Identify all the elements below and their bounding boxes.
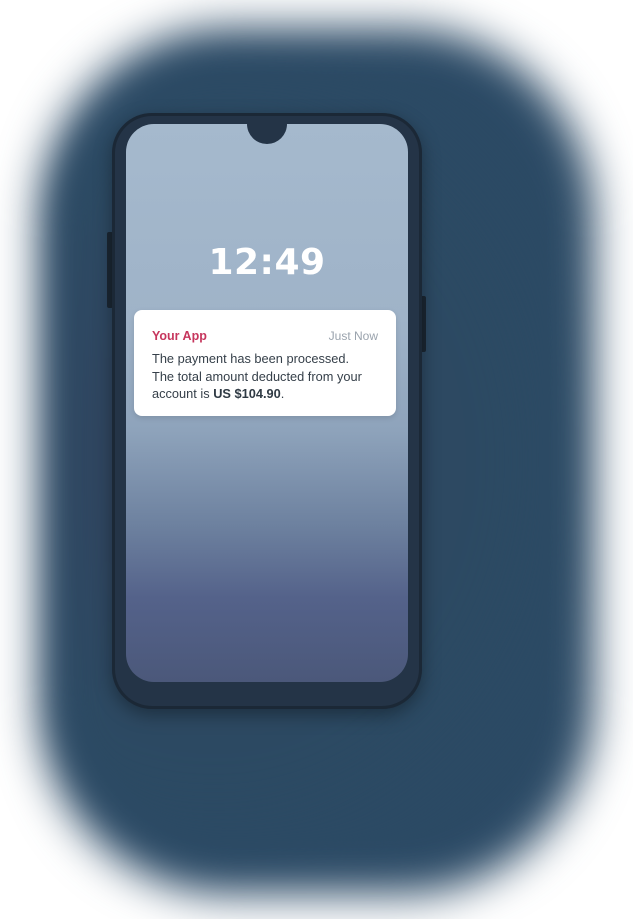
notification-app-name: Your App xyxy=(152,329,207,343)
notification-card[interactable]: Your App Just Now The payment has been p… xyxy=(134,310,396,416)
notification-time: Just Now xyxy=(328,329,378,343)
camera-notch xyxy=(247,124,287,144)
phone-screen: 12:49 Your App Just Now The payment has … xyxy=(126,124,408,682)
lock-screen-clock: 12:49 xyxy=(208,242,326,283)
stage: 12:49 Your App Just Now The payment has … xyxy=(0,0,633,919)
notification-line-3-prefix: account is xyxy=(152,386,214,401)
notification-line-1: The payment has been processed. xyxy=(152,351,350,366)
notification-line-3-suffix: . xyxy=(280,386,285,401)
notification-amount: US $104.90 xyxy=(213,386,281,401)
notification-line-2: The total amount deducted from your xyxy=(152,368,362,384)
notification-message: The payment has been processed. The tota… xyxy=(152,350,388,403)
